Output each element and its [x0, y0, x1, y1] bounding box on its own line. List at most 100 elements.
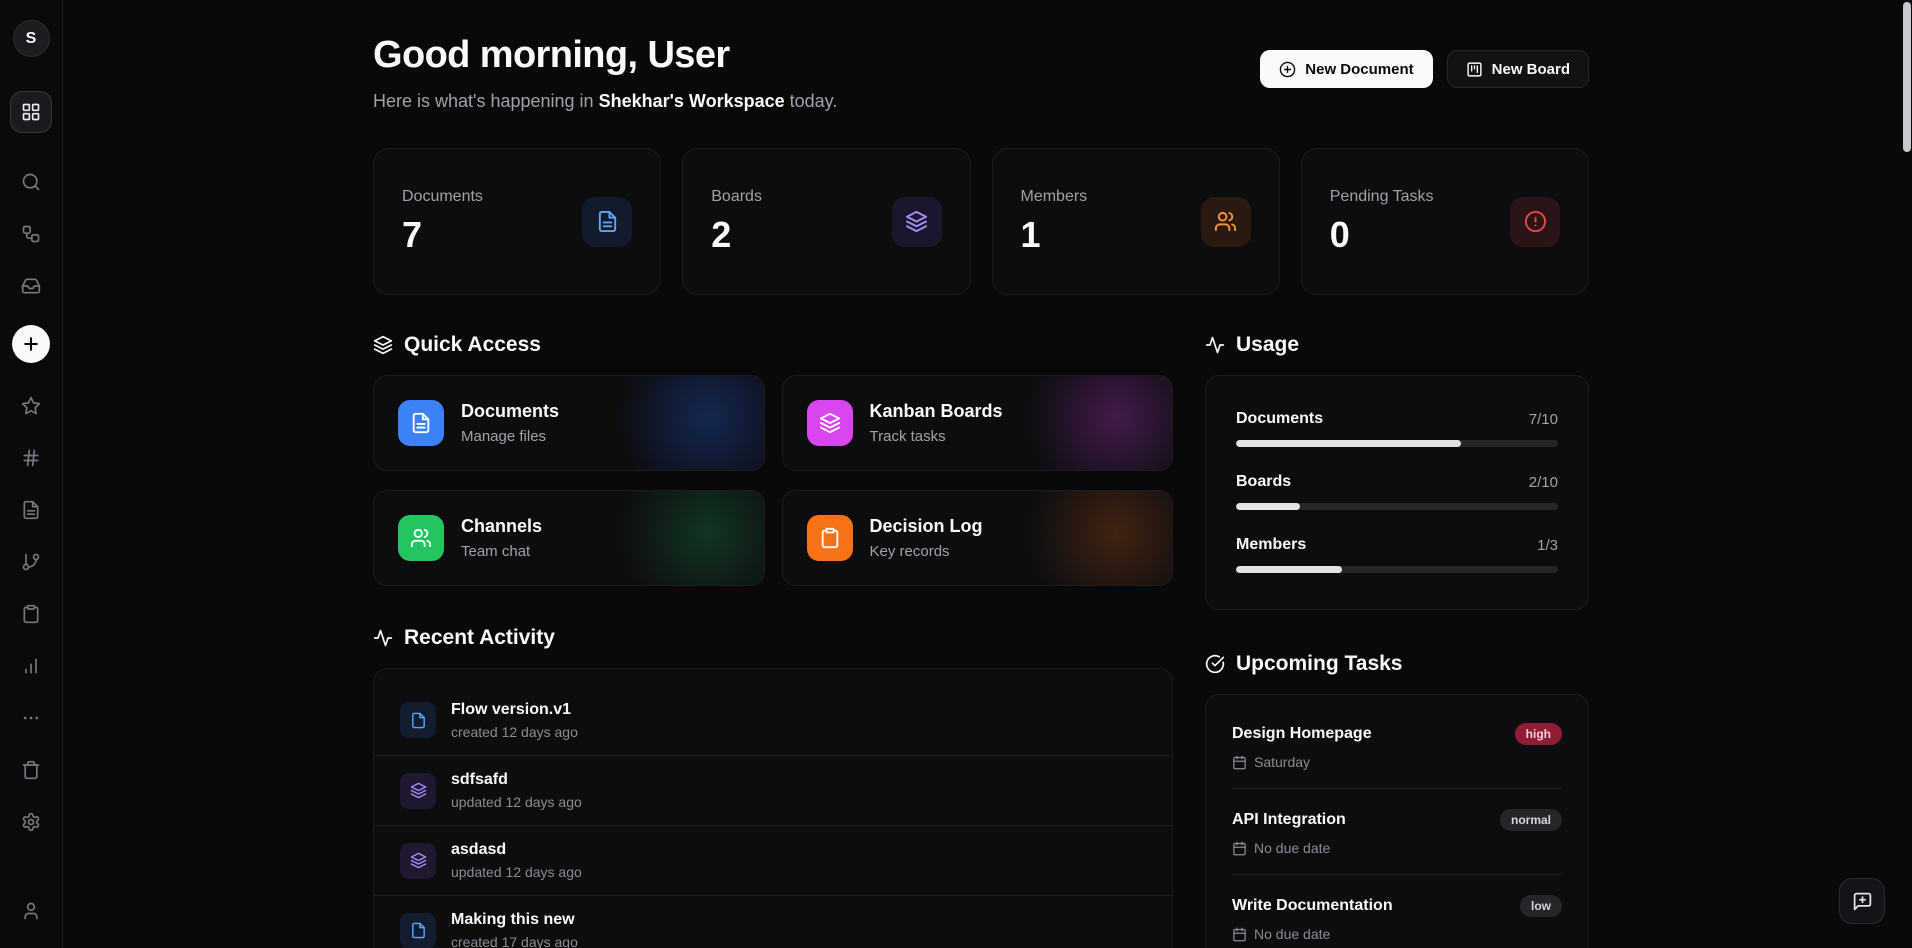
sidebar-create-button[interactable]	[12, 325, 50, 363]
file-icon	[400, 913, 436, 948]
usage-card: Documents 7/10 Boards 2/10	[1205, 375, 1589, 610]
card-title: Decision Log	[870, 516, 983, 537]
sidebar-item-search[interactable]	[10, 161, 52, 203]
task-item[interactable]: API Integration normal No due date	[1232, 788, 1562, 874]
task-due-date: No due date	[1254, 840, 1330, 856]
subtitle-suffix: today.	[785, 91, 838, 111]
dashboard-grid-icon	[21, 102, 41, 122]
layers-icon	[807, 400, 853, 446]
activity-meta: updated 12 days ago	[451, 864, 582, 880]
quick-access-channels[interactable]: Channels Team chat	[373, 490, 765, 586]
workflow-icon	[21, 224, 41, 244]
scrollbar-thumb[interactable]	[1903, 2, 1911, 152]
task-title: Write Documentation	[1232, 897, 1393, 915]
clipboard-icon	[21, 604, 41, 624]
recent-activity-title: Recent Activity	[373, 626, 1173, 650]
stat-value: 0	[1330, 214, 1434, 256]
chat-button[interactable]	[1839, 878, 1885, 924]
layers-icon	[892, 197, 942, 247]
activity-item[interactable]: asdasd updated 12 days ago	[374, 825, 1172, 895]
circle-plus-icon	[1279, 61, 1296, 78]
sidebar-item-channels[interactable]	[10, 437, 52, 479]
stats-row: Documents 7 Boards 2	[373, 148, 1589, 295]
quick-access-decision-log[interactable]: Decision Log Key records	[782, 490, 1174, 586]
calendar-icon	[1232, 841, 1247, 856]
upcoming-tasks-title: Upcoming Tasks	[1205, 652, 1589, 676]
sidebar-item-favorites[interactable]	[10, 385, 52, 427]
decorative-glow	[618, 375, 765, 471]
sidebar-item-more[interactable]	[10, 697, 52, 739]
sidebar-item-documents[interactable]	[10, 489, 52, 531]
task-title: API Integration	[1232, 811, 1346, 829]
progress-fill	[1236, 503, 1300, 510]
header-actions: New Document New Board	[1260, 50, 1589, 88]
activity-title: Flow version.v1	[451, 701, 578, 719]
git-branch-icon	[21, 552, 41, 572]
sidebar: S	[0, 0, 63, 948]
message-square-plus-icon	[1852, 891, 1873, 912]
left-column: Quick Access Documents Manage files	[373, 333, 1173, 948]
calendar-icon	[1232, 755, 1247, 770]
sidebar-item-branches[interactable]	[10, 541, 52, 583]
usage-title: Usage	[1205, 333, 1589, 357]
task-title: Design Homepage	[1232, 725, 1372, 743]
activity-icon	[373, 628, 393, 648]
decorative-glow	[1026, 375, 1173, 471]
priority-badge: high	[1515, 723, 1562, 745]
activity-item[interactable]: sdfsafd updated 12 days ago	[374, 755, 1172, 825]
card-title: Documents	[461, 401, 559, 422]
meter-label: Boards	[1236, 473, 1291, 491]
stat-card-members: Members 1	[992, 148, 1280, 295]
usage-meter-members: Members 1/3	[1236, 536, 1558, 573]
sidebar-item-analytics[interactable]	[10, 645, 52, 687]
file-icon	[582, 197, 632, 247]
quick-access-kanban-boards[interactable]: Kanban Boards Track tasks	[782, 375, 1174, 471]
sidebar-item-dashboard[interactable]	[10, 91, 52, 133]
clipboard-icon	[807, 515, 853, 561]
activity-meta: updated 12 days ago	[451, 794, 582, 810]
sidebar-item-inbox[interactable]	[10, 265, 52, 307]
greeting-block: Good morning, User Here is what's happen…	[373, 34, 837, 112]
sidebar-item-trash[interactable]	[10, 749, 52, 791]
new-document-button[interactable]: New Document	[1260, 50, 1432, 88]
task-item[interactable]: Write Documentation low No due date	[1232, 874, 1562, 948]
sidebar-item-flows[interactable]	[10, 213, 52, 255]
quick-access-grid: Documents Manage files Kanban Boards	[373, 375, 1173, 586]
sidebar-item-account[interactable]	[10, 890, 52, 932]
activity-icon	[1205, 335, 1225, 355]
activity-item[interactable]: Flow version.v1 created 12 days ago	[374, 685, 1172, 755]
calendar-icon	[1232, 927, 1247, 942]
stat-value: 7	[402, 214, 483, 256]
file-icon	[400, 702, 436, 738]
meter-value: 1/3	[1537, 537, 1558, 554]
activity-item[interactable]: Making this new created 17 days ago	[374, 895, 1172, 948]
layers-icon	[373, 335, 393, 355]
check-circle-icon	[1205, 654, 1225, 674]
workspace-name: Shekhar's Workspace	[599, 91, 785, 111]
meter-value: 2/10	[1529, 474, 1558, 491]
user-icon	[21, 901, 41, 921]
users-icon	[398, 515, 444, 561]
quick-access-documents[interactable]: Documents Manage files	[373, 375, 765, 471]
sidebar-item-decision-log[interactable]	[10, 593, 52, 635]
upcoming-tasks-card: Design Homepage high Saturday API Integr…	[1205, 694, 1589, 948]
activity-meta: created 12 days ago	[451, 724, 578, 740]
task-item[interactable]: Design Homepage high Saturday	[1232, 703, 1562, 788]
usage-meter-boards: Boards 2/10	[1236, 473, 1558, 510]
ellipsis-icon	[21, 708, 41, 728]
page-title: Good morning, User	[373, 34, 837, 77]
page-subtitle: Here is what's happening in Shekhar's Wo…	[373, 91, 837, 112]
activity-title: asdasd	[451, 841, 582, 859]
decorative-glow	[618, 490, 765, 586]
new-board-button[interactable]: New Board	[1447, 50, 1589, 88]
usage-meter-documents: Documents 7/10	[1236, 410, 1558, 447]
users-icon	[1201, 197, 1251, 247]
sidebar-item-settings[interactable]	[10, 801, 52, 843]
new-board-label: New Board	[1492, 61, 1570, 78]
workspace-logo[interactable]: S	[13, 20, 50, 57]
subtitle-prefix: Here is what's happening in	[373, 91, 599, 111]
file-icon	[21, 500, 41, 520]
progress-track	[1236, 503, 1558, 510]
priority-badge: low	[1520, 895, 1562, 917]
progress-track	[1236, 440, 1558, 447]
